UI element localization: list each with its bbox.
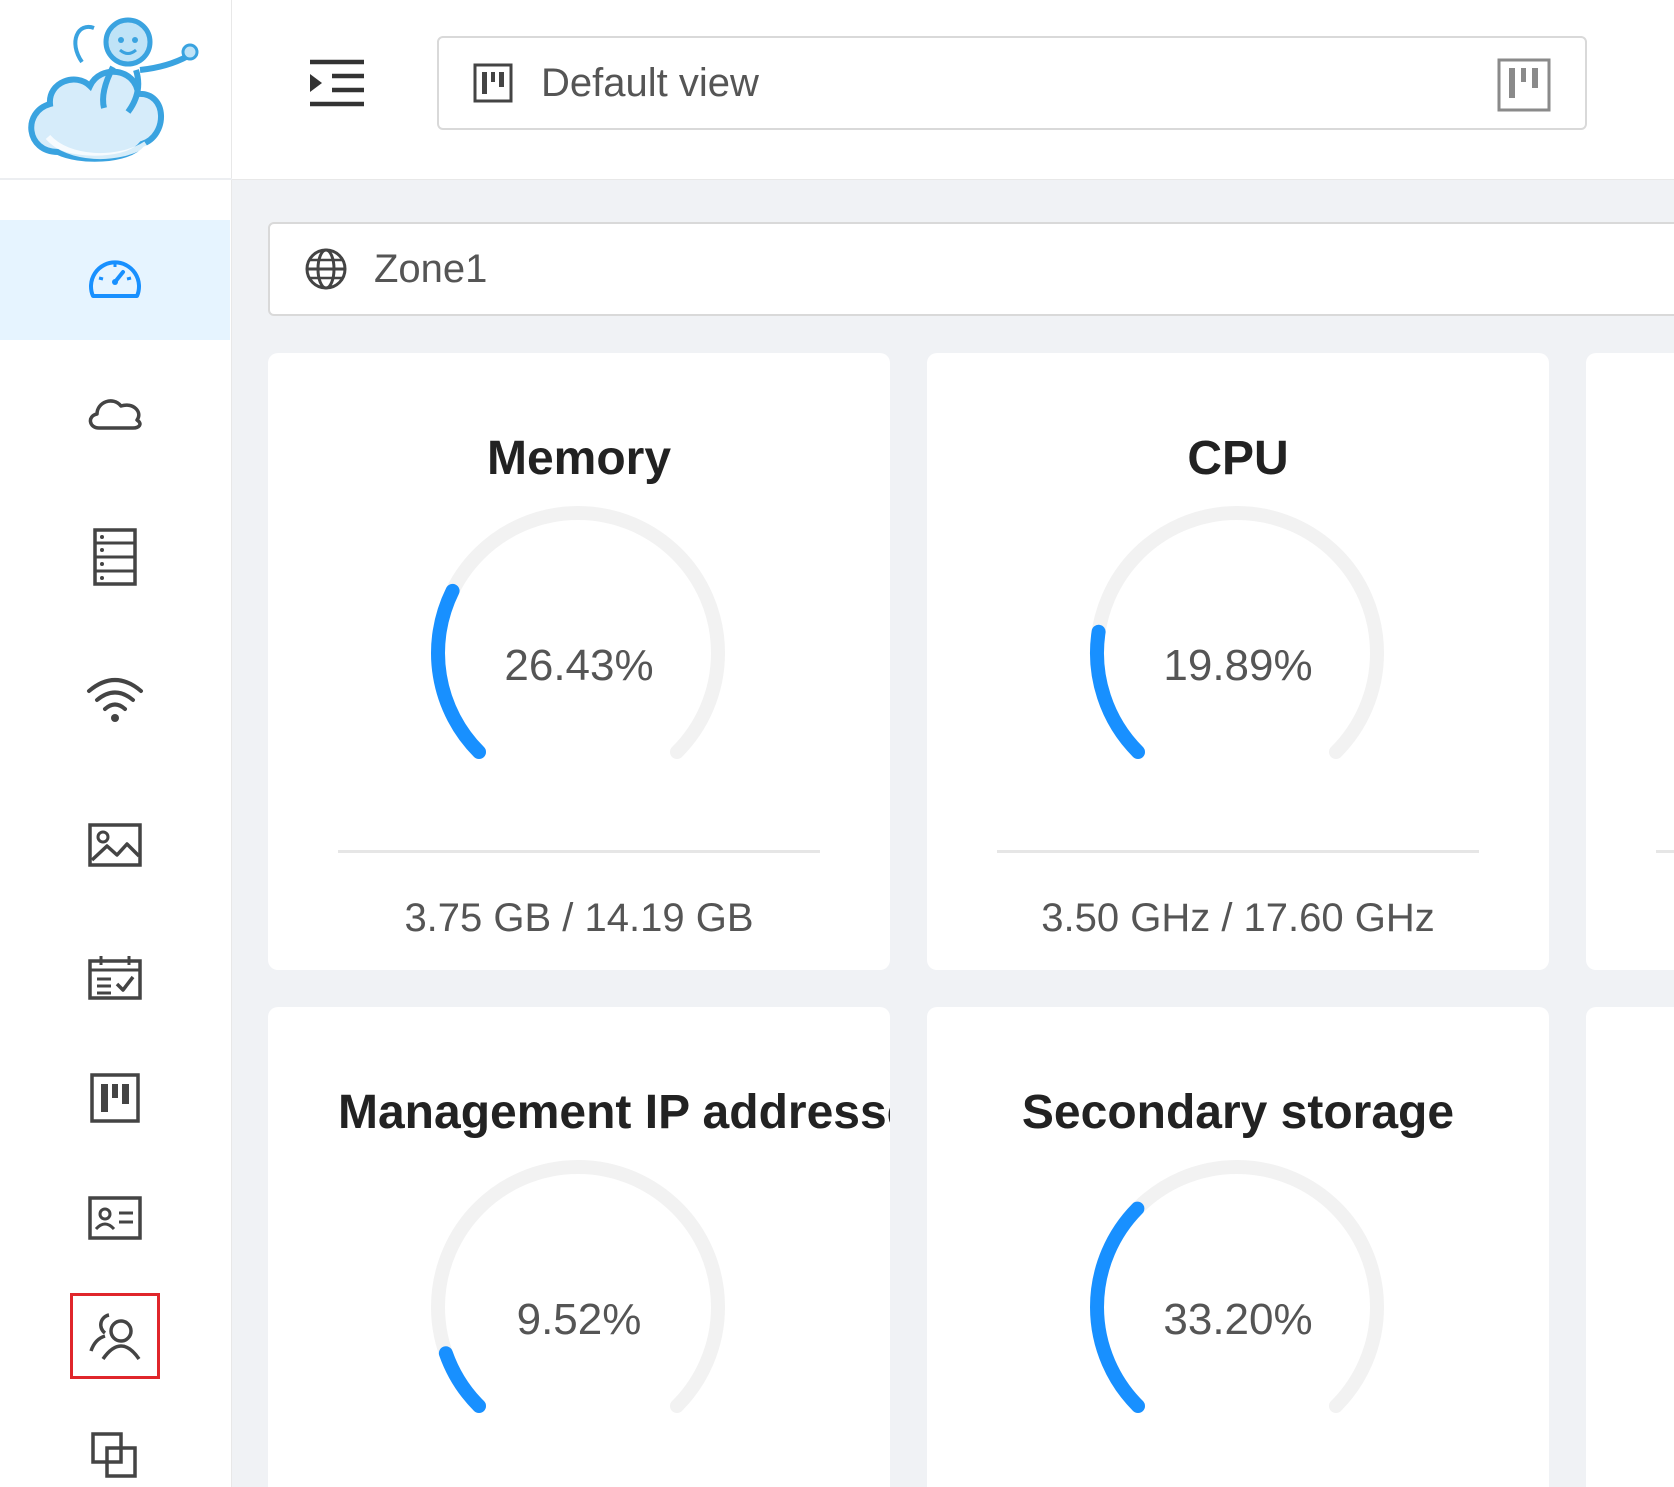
menu-unfold-icon	[310, 59, 364, 107]
sidebar	[0, 0, 232, 1487]
divider	[997, 850, 1479, 853]
card-title: CPU	[1187, 432, 1289, 485]
copy-icon	[91, 1432, 137, 1478]
memory-usage-detail: 3.75 GB / 14.19 GB	[404, 896, 754, 940]
cpu-usage-detail: 3.50 GHz / 17.60 GHz	[1041, 896, 1435, 940]
project-board-icon	[90, 1073, 140, 1123]
highlight-box	[70, 1293, 160, 1379]
sidebar-item-domains[interactable]	[0, 1396, 230, 1487]
header: Default view	[232, 0, 1674, 180]
zone-label: Zone1	[374, 246, 488, 291]
view-select-label: Default view	[541, 60, 759, 105]
divider	[1656, 850, 1674, 853]
project-board-icon	[473, 63, 513, 103]
card-title: Management IP addresses	[338, 1086, 890, 1139]
partial-card	[1586, 1007, 1674, 1487]
server-icon	[93, 528, 137, 586]
sidebar-item-accounts[interactable]	[0, 1276, 230, 1396]
partial-card	[1586, 353, 1674, 970]
card-title: Memory	[486, 432, 672, 485]
secondary-storage-percent: 33.20%	[1163, 1295, 1313, 1344]
globe-icon	[305, 248, 347, 290]
sidebar-item-storage[interactable]	[0, 497, 230, 617]
management-ip-percent: 9.52%	[516, 1295, 642, 1344]
cpu-card: CPU 19.89% 3.50 GHz / 17.60 GHz	[927, 353, 1549, 970]
sidebar-item-events[interactable]	[0, 918, 230, 1038]
view-select[interactable]: Default view	[437, 36, 1587, 130]
app-logo[interactable]	[0, 0, 232, 180]
divider	[338, 850, 820, 853]
menu-toggle-button[interactable]	[306, 52, 370, 116]
calendar-check-icon	[88, 956, 142, 1000]
project-board-icon	[1497, 58, 1551, 112]
sidebar-item-compute[interactable]	[0, 352, 230, 472]
sidebar-item-images[interactable]	[0, 785, 230, 905]
cloudmonkey-logo-icon	[28, 17, 199, 162]
image-icon	[88, 823, 142, 867]
card-title: Secondary storage	[1021, 1086, 1455, 1139]
sidebar-item-network[interactable]	[0, 640, 230, 760]
id-card-icon	[88, 1196, 142, 1240]
memory-card: Memory 26.43% 3.75 GB / 14.19 GB	[268, 353, 890, 970]
management-ip-card: Management IP addresses 9.52%	[268, 1007, 890, 1487]
memory-percent: 26.43%	[504, 641, 654, 690]
zone-select[interactable]: Zone1	[268, 222, 1674, 316]
cpu-percent: 19.89%	[1163, 641, 1313, 690]
app-root: Default view Zone1 Memory 26.43% 3.75 GB…	[0, 0, 1674, 1487]
sidebar-item-projects[interactable]	[0, 1038, 230, 1158]
sidebar-item-dashboard[interactable]	[0, 220, 230, 340]
secondary-storage-card: Secondary storage 33.20%	[927, 1007, 1549, 1487]
sidebar-item-roles[interactable]	[0, 1158, 230, 1278]
dashboard-icon	[89, 260, 141, 298]
cloud-icon	[88, 399, 142, 430]
wifi-icon	[87, 678, 143, 722]
users-icon	[89, 1313, 141, 1361]
